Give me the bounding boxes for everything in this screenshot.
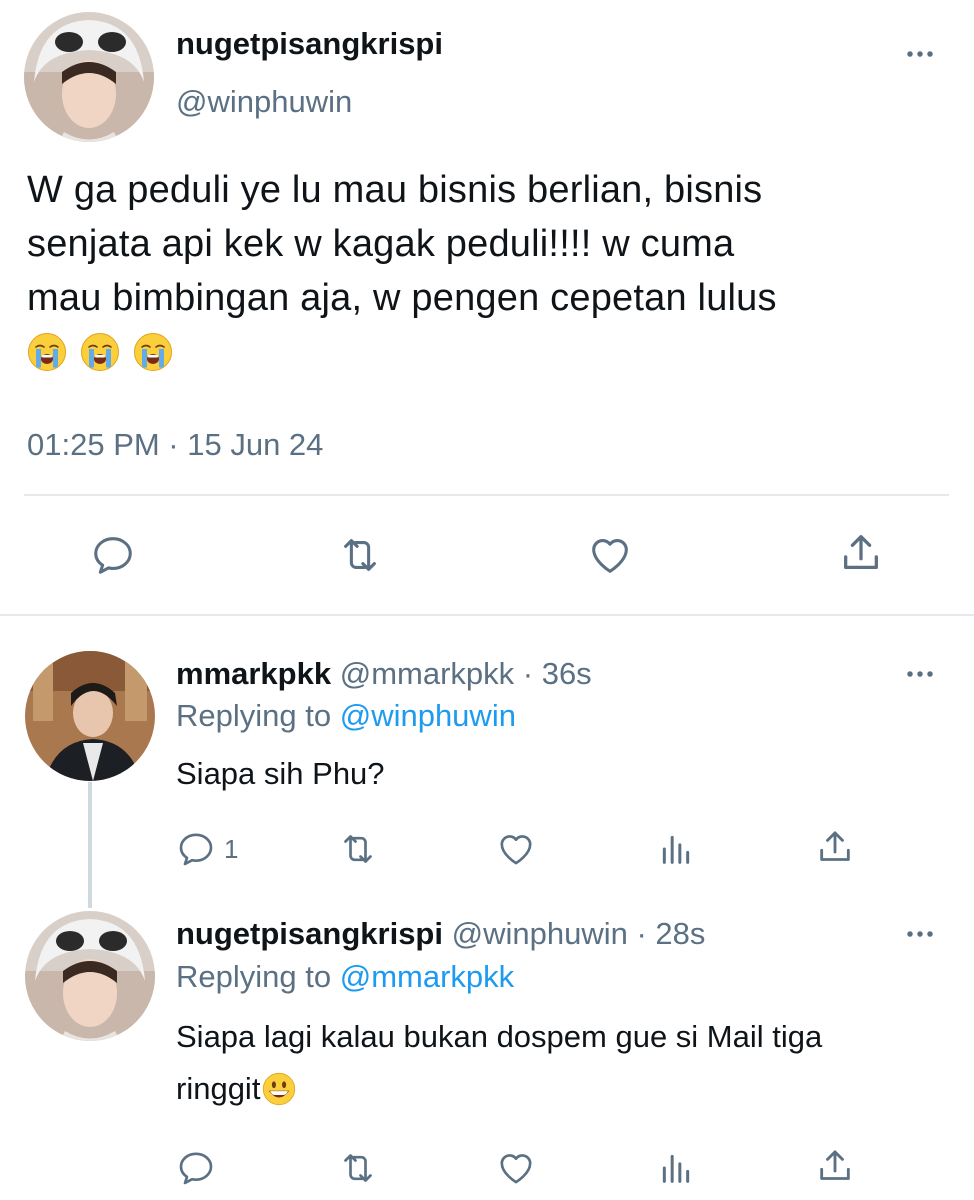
replying-to: Replying to @winphuwin (176, 697, 516, 735)
more-options-icon[interactable] (898, 44, 942, 64)
tweet-text: W ga peduli ye lu mau bisnis berlian, bi… (27, 163, 967, 379)
reply-button[interactable] (90, 532, 136, 578)
reply-author-handle[interactable]: @mmarkpkk (340, 656, 514, 691)
retweet-icon (338, 1148, 378, 1188)
like-button[interactable] (496, 829, 536, 869)
retweet-icon (338, 829, 378, 869)
tweet-text-line: mau bimbingan aja, w pengen cepetan lulu… (27, 277, 777, 319)
share-icon (838, 530, 884, 576)
reply-author-name[interactable]: nugetpisangkrispi (176, 916, 443, 951)
reply-button[interactable] (176, 1148, 216, 1188)
analytics-icon (656, 829, 696, 869)
reply-text: Siapa lagi kalau bukan dospem gue si Mai… (176, 1011, 966, 1115)
avatar-reply-1[interactable] (25, 651, 155, 781)
reply-text-line-2: ringgit (176, 1063, 966, 1115)
loudly-crying-face-icon (80, 332, 120, 372)
grinning-face-icon (262, 1072, 296, 1106)
reply-icon (176, 829, 216, 869)
tweet-text-line: senjata api kek w kagak peduli!!!! w cum… (27, 223, 735, 265)
share-button[interactable] (815, 827, 855, 867)
reply-text: Siapa sih Phu? (176, 756, 385, 791)
retweet-button[interactable] (338, 1148, 378, 1188)
reply-button[interactable]: 1 (176, 829, 238, 869)
reply-header: nugetpisangkrispi @winphuwin · 28s (176, 915, 705, 953)
more-options-icon[interactable] (898, 664, 942, 684)
replying-to-label: Replying to (176, 959, 332, 994)
share-button[interactable] (838, 530, 884, 576)
reply-author-name[interactable]: mmarkpkk (176, 656, 331, 691)
retweet-icon (337, 532, 383, 578)
author-display-name[interactable]: nugetpisangkrispi (176, 26, 443, 62)
loudly-crying-face-icon (133, 332, 173, 372)
replying-to-label: Replying to (176, 698, 332, 733)
tweet-emoji-row (27, 325, 967, 379)
share-icon (815, 827, 855, 867)
tweet-timestamp[interactable]: 01:25 PM · 15 Jun 24 (27, 427, 323, 463)
analytics-icon (656, 1148, 696, 1188)
reply-icon (176, 1148, 216, 1188)
reply-count: 1 (224, 833, 239, 864)
share-button[interactable] (815, 1146, 855, 1186)
analytics-button[interactable] (656, 1148, 696, 1188)
retweet-button[interactable] (338, 829, 378, 869)
loudly-crying-face-icon (27, 332, 67, 372)
retweet-button[interactable] (337, 532, 383, 578)
reply-text-line: Siapa lagi kalau bukan dospem gue si Mai… (176, 1019, 823, 1054)
reply-header: mmarkpkk @mmarkpkk · 36s (176, 655, 592, 693)
divider (24, 494, 949, 496)
like-button[interactable] (496, 1148, 536, 1188)
reply-text-line: ringgit (176, 1071, 261, 1106)
analytics-button[interactable] (656, 829, 696, 869)
like-icon (587, 532, 633, 578)
replying-to-link[interactable]: @mmarkpkk (340, 959, 514, 994)
like-icon (496, 829, 536, 869)
more-options-icon[interactable] (898, 924, 942, 944)
thread-connector-line (88, 782, 92, 908)
share-icon (815, 1146, 855, 1186)
reply-time[interactable]: · 36s (523, 656, 592, 691)
replying-to: Replying to @mmarkpkk (176, 958, 514, 996)
replying-to-link[interactable]: @winphuwin (340, 698, 516, 733)
avatar-reply-2[interactable] (25, 911, 155, 1041)
reply-icon (90, 532, 136, 578)
reply-author-handle[interactable]: @winphuwin (452, 916, 628, 951)
tweet-text-line: W ga peduli ye lu mau bisnis berlian, bi… (27, 169, 763, 211)
like-button[interactable] (587, 532, 633, 578)
author-handle[interactable]: @winphuwin (176, 84, 352, 120)
reply-time[interactable]: · 28s (636, 916, 705, 951)
avatar-main[interactable] (24, 12, 154, 142)
like-icon (496, 1148, 536, 1188)
divider (0, 614, 974, 616)
